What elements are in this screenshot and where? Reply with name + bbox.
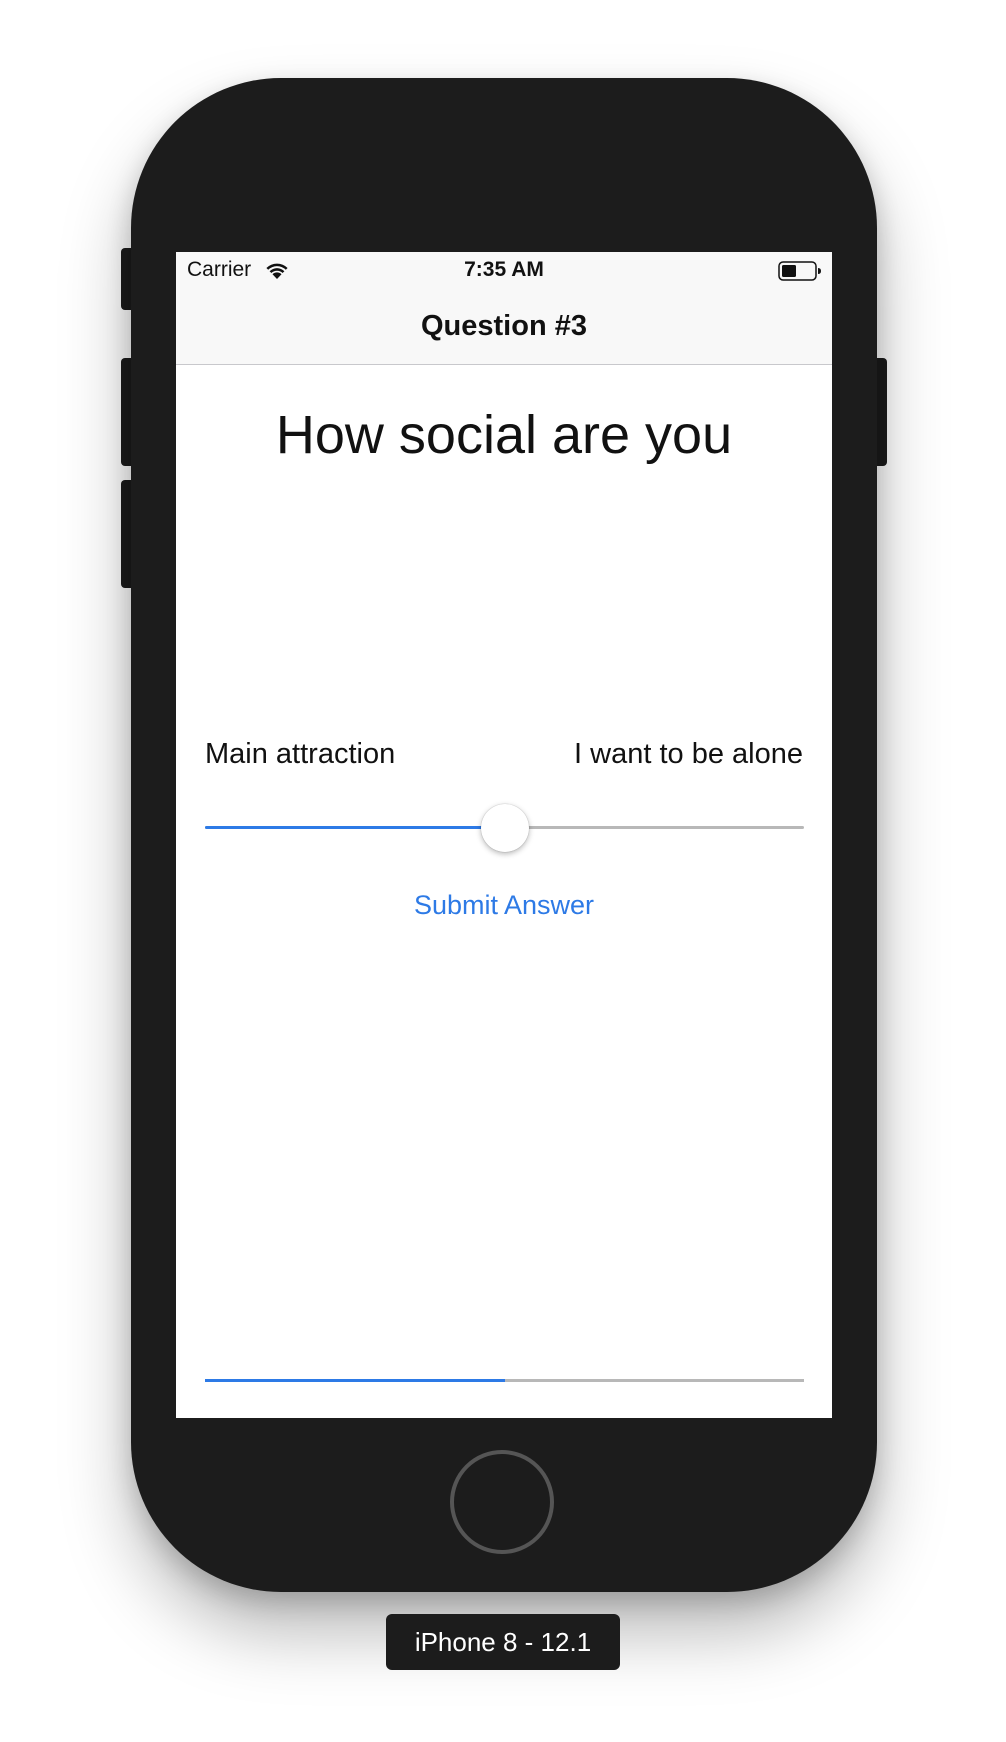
navigation-bar: Question #3 xyxy=(176,288,832,365)
home-button[interactable] xyxy=(450,1450,554,1554)
status-time: 7:35 AM xyxy=(464,258,544,281)
simulator-stage: Carrier 7:35 AM Question #3 How social a… xyxy=(0,0,1006,1742)
slider-right-label: I want to be alone xyxy=(574,738,803,770)
slider-left-label: Main attraction xyxy=(205,738,396,770)
device-label: iPhone 8 - 12.1 xyxy=(386,1614,620,1670)
nav-title: Question #3 xyxy=(421,310,587,342)
device-screen: Carrier 7:35 AM Question #3 How social a… xyxy=(176,252,832,1418)
battery-icon xyxy=(778,261,821,281)
status-bar: Carrier 7:35 AM xyxy=(176,252,832,288)
question-text: How social are you xyxy=(275,405,733,465)
answer-slider[interactable] xyxy=(205,800,804,856)
question-progress-bar xyxy=(205,1379,804,1382)
slider-thumb[interactable] xyxy=(480,804,529,852)
submit-answer-button[interactable]: Submit Answer xyxy=(176,890,832,921)
progress-fill xyxy=(205,1379,505,1382)
slider-fill xyxy=(205,826,505,829)
